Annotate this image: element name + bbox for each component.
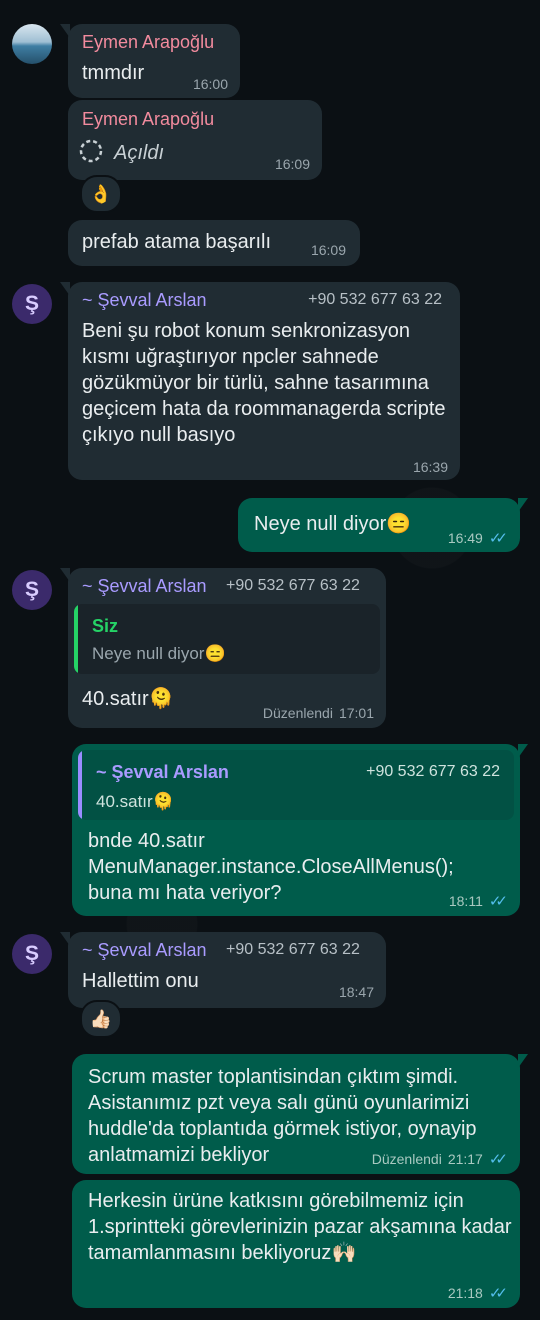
message-meta: Düzenlendi 17:01 <box>263 705 374 721</box>
message-bubble-incoming[interactable]: ~ Şevval Arslan +90 532 677 63 22 Hallet… <box>60 932 386 1008</box>
reaction-badge[interactable]: 👍🏻 <box>80 1000 122 1038</box>
message-time: 16:00 <box>192 76 228 92</box>
message-time: 18:47 <box>338 984 374 1000</box>
message-text: Hallettim onu <box>82 970 199 992</box>
double-check-icon: ✓✓ <box>488 1151 508 1168</box>
message-meta: 18:11 ✓✓ <box>449 892 508 910</box>
message-bubble-incoming[interactable]: Eymen Arapoğlu Açıldı 16:09 <box>68 100 322 180</box>
edited-label: Düzenlendi <box>262 705 333 721</box>
message-time: 16:49 <box>447 530 483 546</box>
double-check-icon: ✓✓ <box>488 1285 508 1302</box>
edited-label: Düzenlendi <box>371 1151 442 1167</box>
message-text: Herkesin ürüne katkısını görebilmemiz iç… <box>88 1188 512 1266</box>
spinner-icon <box>78 138 104 164</box>
double-check-icon: ✓✓ <box>488 893 508 910</box>
avatar-sevval[interactable]: Ş <box>12 934 52 974</box>
message-bubble-incoming[interactable]: ~ Şevval Arslan +90 532 677 63 22 Siz Ne… <box>60 568 386 728</box>
sender-phone[interactable]: +90 532 677 63 22 <box>226 577 360 595</box>
sender-name[interactable]: ~ Şevval Arslan <box>82 290 207 311</box>
message-text: 40.satır🫠 <box>82 686 174 712</box>
message-meta: Düzenlendi 21:17 ✓✓ <box>372 1150 508 1168</box>
message-bubble-outgoing[interactable]: Herkesin ürüne katkısını görebilmemiz iç… <box>72 1180 520 1308</box>
message-text: prefab atama başarılı <box>82 231 271 253</box>
message-time: 16:09 <box>274 156 310 172</box>
message-bubble-outgoing[interactable]: Neye null diyor😑 16:49 ✓✓ <box>238 498 528 552</box>
quoted-message[interactable]: ~ Şevval Arslan +90 532 677 63 22 40.sat… <box>78 750 514 820</box>
message-bubble-outgoing[interactable]: Scrum master toplantisindan çıktım şimdi… <box>72 1054 528 1174</box>
sender-phone[interactable]: +90 532 677 63 22 <box>308 291 442 309</box>
ok-hand-icon: 👌 <box>89 183 113 204</box>
quote-phone: +90 532 677 63 22 <box>366 763 500 780</box>
sender-phone[interactable]: +90 532 677 63 22 <box>226 941 360 959</box>
sender-name[interactable]: Eymen Arapoğlu <box>82 32 214 53</box>
quote-sender: Siz <box>92 616 119 636</box>
thumbs-up-icon: 👍🏻 <box>89 1008 113 1029</box>
message-text: Neye null diyor😑 <box>254 511 411 537</box>
quote-bar <box>74 604 78 674</box>
sender-name[interactable]: ~ Şevval Arslan <box>82 940 207 961</box>
message-text-body: Neye null diyor <box>254 513 387 535</box>
sender-name[interactable]: ~ Şevval Arslan <box>82 576 207 597</box>
reaction-badge[interactable]: 👌 <box>80 175 122 213</box>
quote-sender: ~ Şevval Arslan <box>96 762 229 782</box>
avatar-sevval[interactable]: Ş <box>12 570 52 610</box>
message-meta: 16:49 ✓✓ <box>448 529 508 547</box>
message-meta: 21:18 ✓✓ <box>448 1284 508 1302</box>
message-time: 16:39 <box>412 459 448 475</box>
avatar-sevval[interactable]: Ş <box>12 284 52 324</box>
message-text: Açıldı <box>114 142 165 164</box>
expressionless-face-emoji: 😑 <box>386 513 412 535</box>
message-text: tmmdır <box>82 62 145 84</box>
raising-hands-emoji: 🙌🏻 <box>331 1242 357 1264</box>
quote-text: 40.satır🫠 <box>96 792 174 811</box>
message-bubble-incoming[interactable]: Eymen Arapoğlu tmmdır 16:00 <box>60 24 240 98</box>
message-text: Beni şu robot konum senkronizasyon kısmı… <box>82 320 446 446</box>
message-bubble-incoming[interactable]: ~ Şevval Arslan +90 532 677 63 22 Beni ş… <box>60 282 460 480</box>
message-time: 21:17 <box>447 1151 483 1167</box>
message-text-body: 40.satır <box>82 688 149 710</box>
quoted-message[interactable]: Siz Neye null diyor😑 <box>74 604 380 674</box>
avatar-eymen[interactable] <box>12 24 52 64</box>
quote-text: Neye null diyor😑 <box>92 644 226 663</box>
message-time: 18:11 <box>448 893 483 909</box>
message-text-body: Herkesin ürüne katkısını görebilmemiz iç… <box>88 1190 512 1264</box>
message-bubble-outgoing[interactable]: ~ Şevval Arslan +90 532 677 63 22 40.sat… <box>72 744 528 916</box>
message-text: bnde 40.satır MenuManager.instance.Close… <box>88 830 454 904</box>
message-bubble-incoming[interactable]: prefab atama başarılı 16:09 <box>68 220 360 266</box>
double-check-icon: ✓✓ <box>488 530 508 547</box>
sender-name[interactable]: Eymen Arapoğlu <box>82 109 214 130</box>
quote-bar <box>78 750 82 820</box>
message-time: 21:18 <box>447 1285 483 1301</box>
message-time: 16:09 <box>310 242 346 258</box>
message-time: 17:01 <box>338 705 374 721</box>
melting-face-emoji: 🫠 <box>148 688 174 710</box>
